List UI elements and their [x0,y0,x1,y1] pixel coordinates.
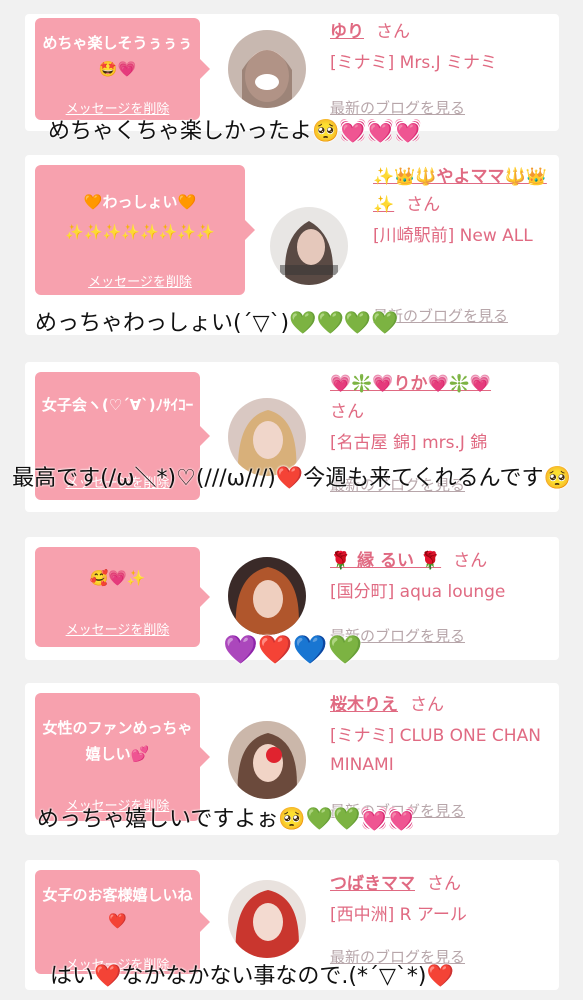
overlay-caption: 最高です(/ω＼*)♡(///ω///)❤️今週も来てくれるんです🥺 [12,466,571,491]
message-text: 女子のお客様嬉しいね❤️ [42,886,193,930]
shop-label: [国分町] aqua lounge [330,582,506,602]
cast-name-link[interactable]: 桜木りえ [330,695,398,715]
message-bubble: 🥰💗✨ メッセージを削除 [35,547,210,647]
honorific: さん [410,695,444,715]
honorific: さん [427,874,461,894]
honorific: さん [406,195,441,215]
avatar[interactable] [228,880,306,958]
cast-info: ✨👑🔱やよママ🔱👑✨ さん [川崎駅前] New ALL [373,163,553,251]
avatar[interactable] [228,30,306,108]
cast-name-link[interactable]: 🌹 縁 るい 🌹 [330,551,441,571]
avatar[interactable] [228,721,306,799]
delete-message-link[interactable]: メッセージを削除 [35,271,245,290]
honorific: さん [376,22,410,42]
cast-name-link[interactable]: ゆり [330,22,364,42]
cast-name-link[interactable]: つばきママ [330,874,415,894]
honorific: さん [453,551,488,571]
shop-label: [川崎駅前] New ALL [373,226,533,246]
avatar[interactable] [270,207,348,285]
cast-info: 💗❇️💗りか💗❇️💗 さん [名古屋 錦] mrs.J 錦 [330,370,555,458]
overlay-caption: めっちゃわっしょい(´▽`)💚💚💚💚 [35,311,399,336]
message-bubble: めちゃ楽しそうぅぅぅ🤩💗 メッセージを削除 [35,18,210,120]
message-text: 女性のファンめっちゃ嬉しい💕 [42,719,193,763]
delete-message-link[interactable]: メッセージを削除 [35,619,200,638]
message-text: 🧡わっしょい🧡 ✨✨✨✨✨✨✨✨ [65,193,215,241]
avatar[interactable] [228,557,306,635]
shop-label: [西中洲] R アール [330,905,467,925]
cast-info: ゆり さん [ミナミ] Mrs.J ミナミ [330,18,550,78]
message-text: 女子会ヽ(♡´∀`)ﾉｻｲｺｰ [41,396,194,414]
honorific: さん [330,402,364,422]
cast-info: 桜木りえ さん [ミナミ] CLUB ONE CHAN MINAMI [330,691,555,780]
overlay-caption: はい❤️なかなかない事なので.(*´▽`*)❤️ [50,964,454,989]
message-text: 🥰💗✨ [89,569,146,587]
overlay-caption: めちゃくちゃ楽しかったよ🥺💓💓💓 [48,119,422,144]
cast-info: 🌹 縁 るい 🌹 さん [国分町] aqua lounge [330,547,555,607]
cast-info: つばきママ さん [西中洲] R アール [330,870,555,930]
shop-label: [ミナミ] CLUB ONE CHAN MINAMI [330,726,541,775]
message-text: めちゃ楽しそうぅぅぅ🤩💗 [42,34,193,78]
cast-name-link[interactable]: 💗❇️💗りか💗❇️💗 [330,374,491,394]
message-bubble: 🧡わっしょい🧡 ✨✨✨✨✨✨✨✨ メッセージを削除 [35,165,255,295]
overlay-caption: めっちゃ嬉しいですよぉ🥺💚💚💓💓 [37,807,416,832]
shop-label: [名古屋 錦] mrs.J 錦 [330,433,488,453]
cast-name-link[interactable]: ✨👑🔱やよママ🔱👑✨ [373,167,547,215]
shop-label: [ミナミ] Mrs.J ミナミ [330,53,498,73]
overlay-caption: 💜❤️💙💚 [223,633,363,666]
